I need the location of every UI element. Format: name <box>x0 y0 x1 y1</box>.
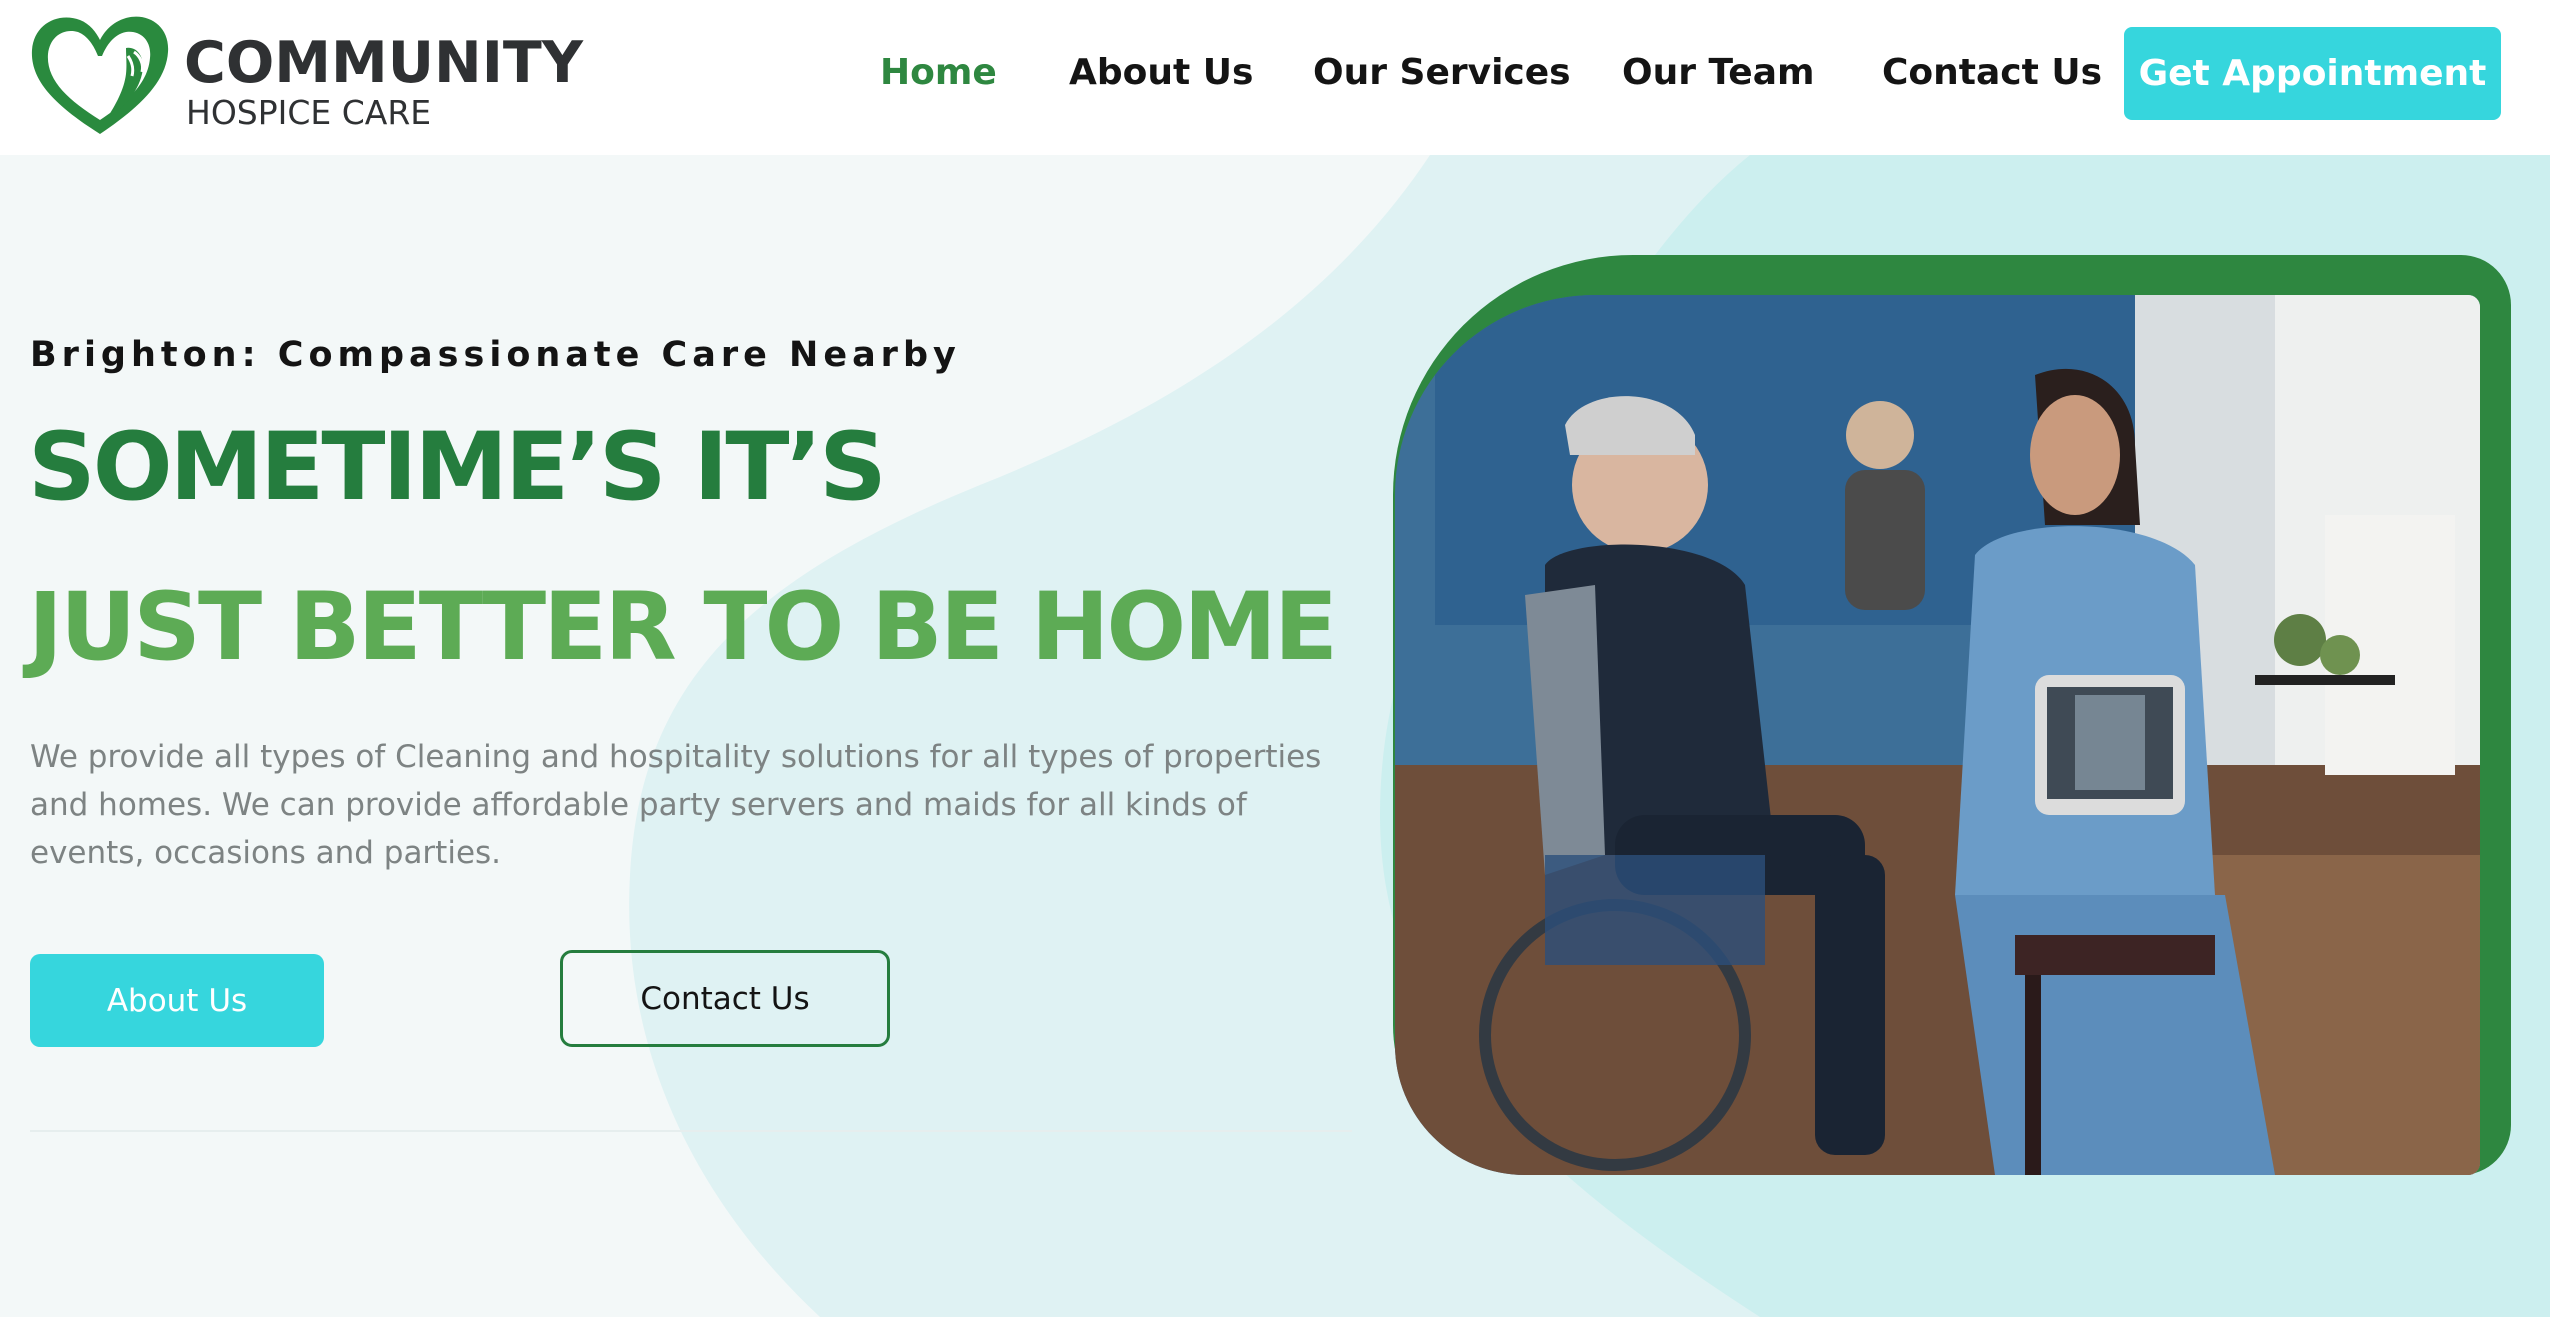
hero-headline-line2: JUST BETTER TO BE HOME <box>28 573 1338 682</box>
nav-contact-us[interactable]: Contact Us <box>1882 48 2102 98</box>
hero-description: We provide all types of Cleaning and hos… <box>30 739 1322 871</box>
logo-subtitle: HOSPICE CARE <box>186 93 432 132</box>
logo[interactable]: COMMUNITY HOSPICE CARE <box>28 12 583 142</box>
heart-hands-logo-icon <box>31 16 169 135</box>
hero-section: Brighton: Compassionate Care Nearby SOME… <box>0 155 2550 1317</box>
nurse-with-elderly-patient-photo <box>1395 295 2480 1175</box>
site-header: COMMUNITY HOSPICE CARE Home About Us Our… <box>0 0 2550 155</box>
nav-our-services[interactable]: Our Services <box>1313 48 1571 98</box>
about-us-button[interactable]: About Us <box>30 954 324 1047</box>
logo-title: COMMUNITY <box>184 30 584 96</box>
hero-kicker: Brighton: Compassionate Care Nearby <box>30 335 961 375</box>
get-appointment-button[interactable]: Get Appointment <box>2124 27 2501 120</box>
nav-home[interactable]: Home <box>880 48 997 98</box>
hero-divider <box>30 1130 1352 1132</box>
nav-our-team[interactable]: Our Team <box>1622 48 1815 98</box>
hero-headline-line1: SOMETIME’S IT’S <box>28 413 887 522</box>
contact-us-button[interactable]: Contact Us <box>560 950 890 1047</box>
nav-about-us[interactable]: About Us <box>1069 48 1253 98</box>
